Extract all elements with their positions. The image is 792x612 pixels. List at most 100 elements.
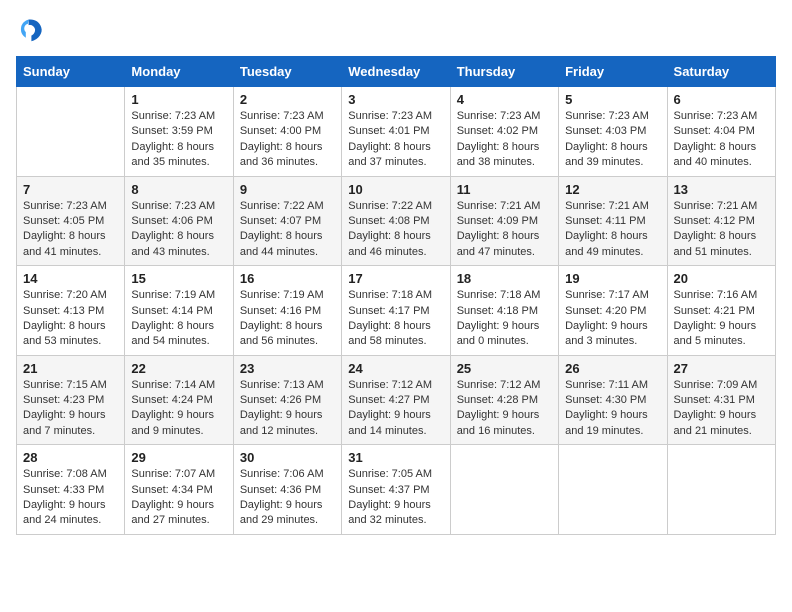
- day-number: 11: [457, 182, 552, 197]
- day-number: 9: [240, 182, 335, 197]
- day-info: Sunrise: 7:05 AMSunset: 4:37 PMDaylight:…: [348, 467, 443, 529]
- day-info: Sunrise: 7:15 AMSunset: 4:23 PMDaylight:…: [23, 378, 118, 440]
- day-number: 21: [23, 361, 118, 376]
- day-number: 20: [674, 271, 769, 286]
- calendar-cell: 11 Sunrise: 7:21 AMSunset: 4:09 PMDayligh…: [450, 176, 558, 266]
- calendar-cell: 8 Sunrise: 7:23 AMSunset: 4:06 PMDaylight…: [125, 176, 233, 266]
- day-info: Sunrise: 7:23 AMSunset: 4:04 PMDaylight:…: [674, 109, 769, 171]
- calendar-cell: 24 Sunrise: 7:12 AMSunset: 4:27 PMDayligh…: [342, 355, 450, 445]
- day-header-tuesday: Tuesday: [233, 57, 341, 87]
- calendar-cell: 15 Sunrise: 7:19 AMSunset: 4:14 PMDayligh…: [125, 266, 233, 356]
- day-number: 6: [674, 92, 769, 107]
- calendar-cell: 19Sunrise: 7:17 AMSunset: 4:20 PMDayligh…: [559, 266, 667, 356]
- calendar-cell: 13 Sunrise: 7:21 AMSunset: 4:12 PMDayligh…: [667, 176, 775, 266]
- day-info: Sunrise: 7:23 AMSunset: 4:05 PMDaylight:…: [23, 199, 118, 261]
- day-info: Sunrise: 7:12 AMSunset: 4:28 PMDaylight:…: [457, 378, 552, 440]
- day-info: Sunrise: 7:21 AMSunset: 4:09 PMDaylight:…: [457, 199, 552, 261]
- calendar-header-row: SundayMondayTuesdayWednesdayThursdayFrid…: [17, 57, 776, 87]
- day-info: Sunrise: 7:07 AMSunset: 4:34 PMDaylight:…: [131, 467, 226, 529]
- calendar-cell: [17, 87, 125, 177]
- calendar-cell: 30 Sunrise: 7:06 AMSunset: 4:36 PMDayligh…: [233, 445, 341, 535]
- day-number: 12: [565, 182, 660, 197]
- day-number: 13: [674, 182, 769, 197]
- calendar-cell: 17 Sunrise: 7:18 AMSunset: 4:17 PMDayligh…: [342, 266, 450, 356]
- day-number: 3: [348, 92, 443, 107]
- calendar-cell: 10Sunrise: 7:22 AMSunset: 4:08 PMDayligh…: [342, 176, 450, 266]
- calendar-table: SundayMondayTuesdayWednesdayThursdayFrid…: [16, 56, 776, 535]
- day-number: 7: [23, 182, 118, 197]
- calendar-cell: 4 Sunrise: 7:23 AMSunset: 4:02 PMDaylight…: [450, 87, 558, 177]
- day-info: Sunrise: 7:08 AMSunset: 4:33 PMDaylight:…: [23, 467, 118, 529]
- day-number: 4: [457, 92, 552, 107]
- day-number: 16: [240, 271, 335, 286]
- calendar-cell: 14 Sunrise: 7:20 AMSunset: 4:13 PMDayligh…: [17, 266, 125, 356]
- calendar-cell: 2 Sunrise: 7:23 AMSunset: 4:00 PMDaylight…: [233, 87, 341, 177]
- day-info: Sunrise: 7:18 AMSunset: 4:18 PMDaylight:…: [457, 288, 552, 350]
- day-info: Sunrise: 7:12 AMSunset: 4:27 PMDaylight:…: [348, 378, 443, 440]
- day-number: 18: [457, 271, 552, 286]
- calendar-week-5: 28 Sunrise: 7:08 AMSunset: 4:33 PMDayligh…: [17, 445, 776, 535]
- day-info: Sunrise: 7:23 AMSunset: 4:03 PMDaylight:…: [565, 109, 660, 171]
- calendar-cell: 16 Sunrise: 7:19 AMSunset: 4:16 PMDayligh…: [233, 266, 341, 356]
- day-header-friday: Friday: [559, 57, 667, 87]
- day-info: Sunrise: 7:23 AMSunset: 4:06 PMDaylight:…: [131, 199, 226, 261]
- day-header-monday: Monday: [125, 57, 233, 87]
- calendar-cell: 22 Sunrise: 7:14 AMSunset: 4:24 PMDayligh…: [125, 355, 233, 445]
- calendar-cell: 12 Sunrise: 7:21 AMSunset: 4:11 PMDayligh…: [559, 176, 667, 266]
- calendar-cell: 1 Sunrise: 7:23 AMSunset: 3:59 PMDaylight…: [125, 87, 233, 177]
- day-number: 28: [23, 450, 118, 465]
- day-header-thursday: Thursday: [450, 57, 558, 87]
- day-info: Sunrise: 7:23 AMSunset: 4:02 PMDaylight:…: [457, 109, 552, 171]
- day-info: Sunrise: 7:21 AMSunset: 4:12 PMDaylight:…: [674, 199, 769, 261]
- day-header-saturday: Saturday: [667, 57, 775, 87]
- calendar-cell: 6 Sunrise: 7:23 AMSunset: 4:04 PMDaylight…: [667, 87, 775, 177]
- day-number: 27: [674, 361, 769, 376]
- day-info: Sunrise: 7:19 AMSunset: 4:16 PMDaylight:…: [240, 288, 335, 350]
- day-number: 15: [131, 271, 226, 286]
- day-number: 10: [348, 182, 443, 197]
- calendar-cell: 20Sunrise: 7:16 AMSunset: 4:21 PMDayligh…: [667, 266, 775, 356]
- day-info: Sunrise: 7:17 AMSunset: 4:20 PMDaylight:…: [565, 288, 660, 350]
- day-number: 2: [240, 92, 335, 107]
- day-info: Sunrise: 7:21 AMSunset: 4:11 PMDaylight:…: [565, 199, 660, 261]
- day-info: Sunrise: 7:20 AMSunset: 4:13 PMDaylight:…: [23, 288, 118, 350]
- day-number: 8: [131, 182, 226, 197]
- day-info: Sunrise: 7:13 AMSunset: 4:26 PMDaylight:…: [240, 378, 335, 440]
- calendar-week-1: 1 Sunrise: 7:23 AMSunset: 3:59 PMDaylight…: [17, 87, 776, 177]
- calendar-cell: 18 Sunrise: 7:18 AMSunset: 4:18 PMDayligh…: [450, 266, 558, 356]
- day-info: Sunrise: 7:19 AMSunset: 4:14 PMDaylight:…: [131, 288, 226, 350]
- calendar-cell: 5Sunrise: 7:23 AMSunset: 4:03 PMDaylight…: [559, 87, 667, 177]
- day-info: Sunrise: 7:23 AMSunset: 4:01 PMDaylight:…: [348, 109, 443, 171]
- day-number: 22: [131, 361, 226, 376]
- day-number: 1: [131, 92, 226, 107]
- day-header-wednesday: Wednesday: [342, 57, 450, 87]
- calendar-cell: 21 Sunrise: 7:15 AMSunset: 4:23 PMDayligh…: [17, 355, 125, 445]
- calendar-cell: 29 Sunrise: 7:07 AMSunset: 4:34 PMDayligh…: [125, 445, 233, 535]
- calendar-cell: 28 Sunrise: 7:08 AMSunset: 4:33 PMDayligh…: [17, 445, 125, 535]
- day-info: Sunrise: 7:14 AMSunset: 4:24 PMDaylight:…: [131, 378, 226, 440]
- day-info: Sunrise: 7:22 AMSunset: 4:07 PMDaylight:…: [240, 199, 335, 261]
- day-number: 25: [457, 361, 552, 376]
- logo: [16, 16, 48, 44]
- calendar-cell: 25 Sunrise: 7:12 AMSunset: 4:28 PMDayligh…: [450, 355, 558, 445]
- calendar-cell: 23 Sunrise: 7:13 AMSunset: 4:26 PMDayligh…: [233, 355, 341, 445]
- calendar-cell: 3 Sunrise: 7:23 AMSunset: 4:01 PMDaylight…: [342, 87, 450, 177]
- calendar-week-2: 7 Sunrise: 7:23 AMSunset: 4:05 PMDaylight…: [17, 176, 776, 266]
- day-number: 14: [23, 271, 118, 286]
- day-info: Sunrise: 7:23 AMSunset: 3:59 PMDaylight:…: [131, 109, 226, 171]
- calendar-cell: [450, 445, 558, 535]
- day-info: Sunrise: 7:06 AMSunset: 4:36 PMDaylight:…: [240, 467, 335, 529]
- day-info: Sunrise: 7:23 AMSunset: 4:00 PMDaylight:…: [240, 109, 335, 171]
- calendar-cell: 7 Sunrise: 7:23 AMSunset: 4:05 PMDaylight…: [17, 176, 125, 266]
- day-number: 31: [348, 450, 443, 465]
- calendar-cell: 9 Sunrise: 7:22 AMSunset: 4:07 PMDaylight…: [233, 176, 341, 266]
- calendar-week-4: 21 Sunrise: 7:15 AMSunset: 4:23 PMDayligh…: [17, 355, 776, 445]
- page-container: SundayMondayTuesdayWednesdayThursdayFrid…: [16, 16, 776, 535]
- day-number: 24: [348, 361, 443, 376]
- day-number: 23: [240, 361, 335, 376]
- day-number: 29: [131, 450, 226, 465]
- day-number: 30: [240, 450, 335, 465]
- day-info: Sunrise: 7:18 AMSunset: 4:17 PMDaylight:…: [348, 288, 443, 350]
- logo-icon: [16, 16, 44, 44]
- day-number: 17: [348, 271, 443, 286]
